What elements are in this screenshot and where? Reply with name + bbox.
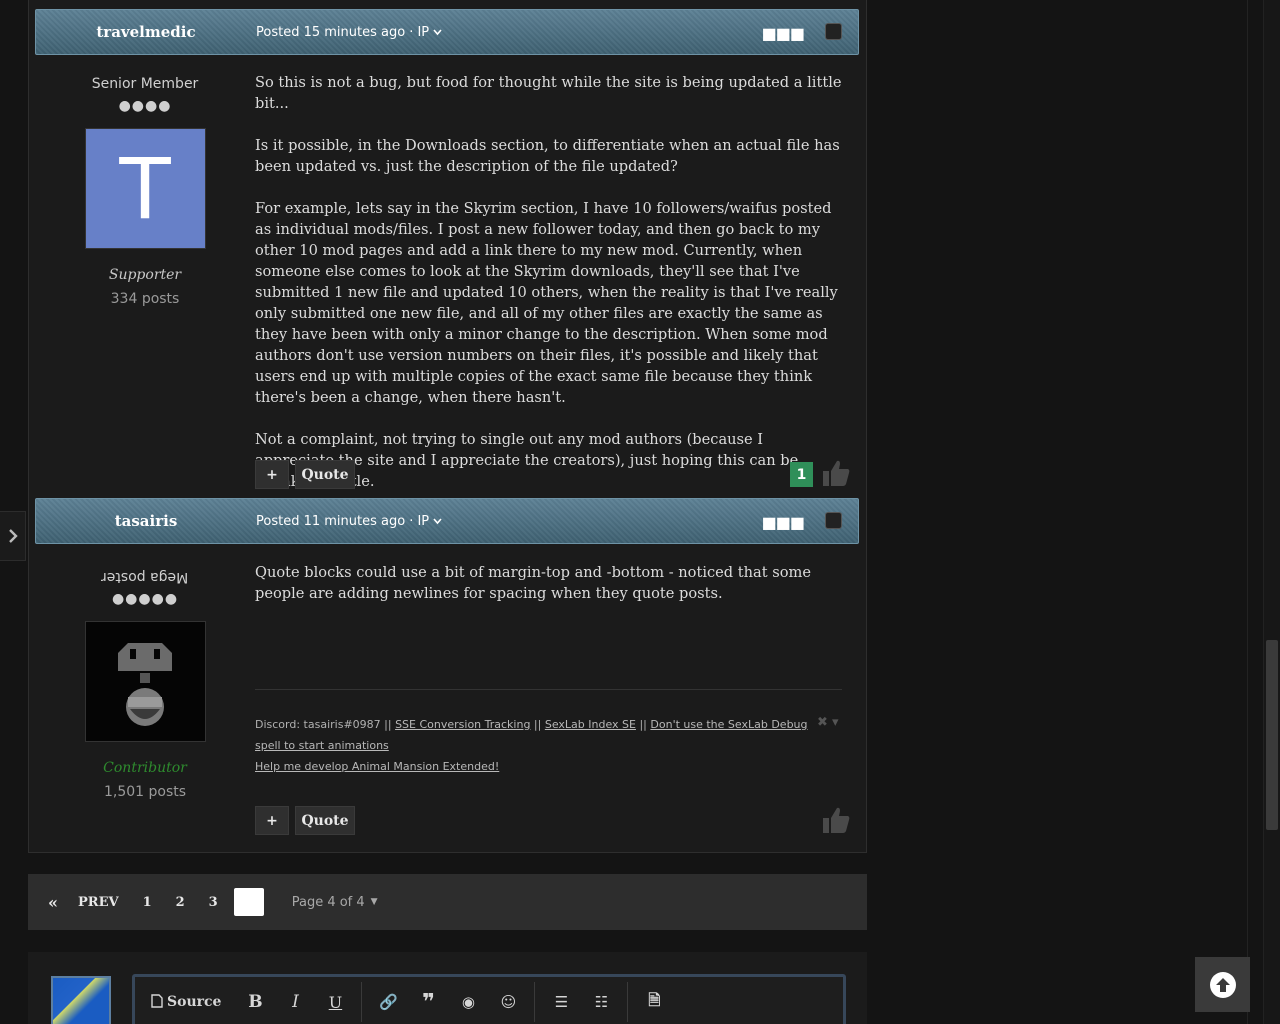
source-label: Source bbox=[167, 994, 222, 1010]
author-name[interactable]: tasairis bbox=[36, 512, 256, 530]
source-button[interactable]: Source bbox=[151, 994, 235, 1010]
like-thumb-icon[interactable] bbox=[821, 459, 851, 487]
member-rank: Mega poster bbox=[101, 569, 189, 585]
post-meta: Posted 11 minutes ago · IP bbox=[256, 514, 442, 529]
multiquote-button[interactable]: + bbox=[255, 806, 289, 835]
avatar[interactable] bbox=[84, 621, 206, 742]
arrow-up-circle-icon bbox=[1209, 971, 1236, 998]
avatar[interactable]: T bbox=[84, 128, 206, 249]
user-avatar[interactable] bbox=[51, 976, 111, 1024]
page-jump-dropdown[interactable]: Page 4 of 4 bbox=[292, 895, 365, 910]
post-header: travelmedic Posted 15 minutes ago · IP ■… bbox=[35, 9, 859, 55]
rank-pips: ●●●●● bbox=[111, 591, 179, 607]
member-group: Supporter bbox=[108, 267, 182, 283]
post-date[interactable]: Posted 11 minutes ago bbox=[256, 514, 405, 529]
signature: Discord: tasairis#0987 || SSE Conversion… bbox=[255, 714, 815, 777]
post-header: tasairis Posted 11 minutes ago · IP ■■■ bbox=[35, 498, 859, 544]
page-link-1[interactable]: 1 bbox=[143, 895, 152, 910]
chevron-right-icon bbox=[8, 529, 18, 543]
signature-divider bbox=[255, 689, 842, 690]
eye-icon[interactable]: ◉ bbox=[448, 993, 488, 1011]
current-page bbox=[233, 888, 264, 916]
rank-pips: ●●●● bbox=[118, 98, 172, 114]
first-page-icon[interactable]: « bbox=[48, 893, 58, 912]
prev-page-button[interactable]: PREV bbox=[78, 895, 119, 910]
scrollbar[interactable] bbox=[1263, 0, 1280, 1024]
helmet-avatar-icon bbox=[118, 642, 172, 726]
quote-button[interactable]: Quote bbox=[295, 806, 355, 835]
member-group: Contributor bbox=[103, 760, 187, 776]
signature-separator: || bbox=[635, 718, 651, 731]
post-content: Quote blocks could use a bit of margin-t… bbox=[255, 562, 845, 625]
author-info: Senior Member ●●●● T Supporter 334 posts bbox=[29, 76, 261, 307]
post-list: travelmedic Posted 15 minutes ago · IP ■… bbox=[28, 0, 867, 853]
reputation-count: 1 bbox=[790, 462, 813, 487]
page-link-2[interactable]: 2 bbox=[176, 895, 185, 910]
sidebar-toggle[interactable] bbox=[0, 511, 26, 561]
signature-link[interactable]: Help me develop Animal Mansion Extended! bbox=[255, 760, 499, 773]
post-count: 1,501 posts bbox=[103, 784, 187, 800]
ip-label[interactable]: · IP bbox=[409, 514, 429, 529]
chevron-down-icon[interactable] bbox=[433, 28, 442, 36]
underline-button[interactable]: U bbox=[315, 993, 355, 1012]
author-info: Mega poster ●●●●● Contributor 1,501 post… bbox=[29, 566, 261, 800]
scroll-to-top-button[interactable] bbox=[1195, 957, 1250, 1012]
emoji-icon[interactable]: ☺ bbox=[488, 993, 528, 1011]
chevron-down-icon[interactable] bbox=[433, 517, 442, 525]
link-icon[interactable]: 🔗 bbox=[368, 993, 408, 1011]
like-thumb-icon[interactable] bbox=[821, 806, 851, 834]
post-meta: Posted 15 minutes ago · IP bbox=[256, 25, 442, 40]
document-icon[interactable]: 🗎 bbox=[634, 990, 674, 1015]
post-paragraph: Is it possible, in the Downloads section… bbox=[255, 137, 840, 175]
post-paragraph: For example, lets say in the Skyrim sect… bbox=[255, 200, 838, 406]
signature-link[interactable]: SexLab Index SE bbox=[545, 718, 636, 731]
source-icon bbox=[151, 994, 163, 1008]
more-options-icon[interactable]: ■■■ bbox=[762, 24, 805, 43]
signature-link[interactable]: SSE Conversion Tracking bbox=[395, 718, 530, 731]
caret-down-icon[interactable]: ▼ bbox=[371, 897, 378, 907]
page-link-3[interactable]: 3 bbox=[209, 895, 218, 910]
post-paragraph: So this is not a bug, but food for thoug… bbox=[255, 74, 842, 112]
numbered-list-icon[interactable]: ☷ bbox=[581, 993, 621, 1011]
post-content: So this is not a bug, but food for thoug… bbox=[255, 72, 845, 513]
signature-separator: || bbox=[530, 718, 545, 731]
toolbar-separator bbox=[361, 982, 363, 1022]
toolbar-separator bbox=[534, 982, 536, 1022]
editor-toolbar: Source B I U 🔗 ❞ ◉ ☺ ☰ ☷ 🗎 bbox=[132, 974, 846, 1024]
post-select-checkbox[interactable] bbox=[825, 23, 842, 40]
column-divider bbox=[1247, 0, 1248, 1024]
multiquote-button[interactable]: + bbox=[255, 460, 289, 489]
reply-area: Source B I U 🔗 ❞ ◉ ☺ ☰ ☷ 🗎 bbox=[28, 952, 867, 1024]
pagination: « PREV 1 2 3 Page 4 of 4 ▼ bbox=[28, 874, 867, 930]
bold-button[interactable]: B bbox=[235, 992, 275, 1012]
italic-button[interactable]: I bbox=[275, 992, 315, 1012]
scrollbar-thumb[interactable] bbox=[1266, 640, 1278, 830]
post-select-checkbox[interactable] bbox=[825, 512, 842, 529]
post-date[interactable]: Posted 15 minutes ago bbox=[256, 25, 405, 40]
quote-button[interactable]: Quote bbox=[295, 460, 355, 489]
toolbar-separator bbox=[627, 982, 629, 1022]
bullet-list-icon[interactable]: ☰ bbox=[541, 993, 581, 1011]
quote-icon[interactable]: ❞ bbox=[408, 990, 448, 1015]
more-options-icon[interactable]: ■■■ bbox=[762, 513, 805, 532]
signature-text: Discord: tasairis#0987 || bbox=[255, 718, 396, 731]
post-paragraph: Quote blocks could use a bit of margin-t… bbox=[255, 564, 811, 602]
hide-signature-icon[interactable]: ✖ ▾ bbox=[817, 715, 839, 730]
member-rank: Senior Member bbox=[91, 76, 199, 92]
ip-label[interactable]: · IP bbox=[409, 25, 429, 40]
author-name[interactable]: travelmedic bbox=[36, 23, 256, 41]
post-count: 334 posts bbox=[110, 291, 180, 307]
